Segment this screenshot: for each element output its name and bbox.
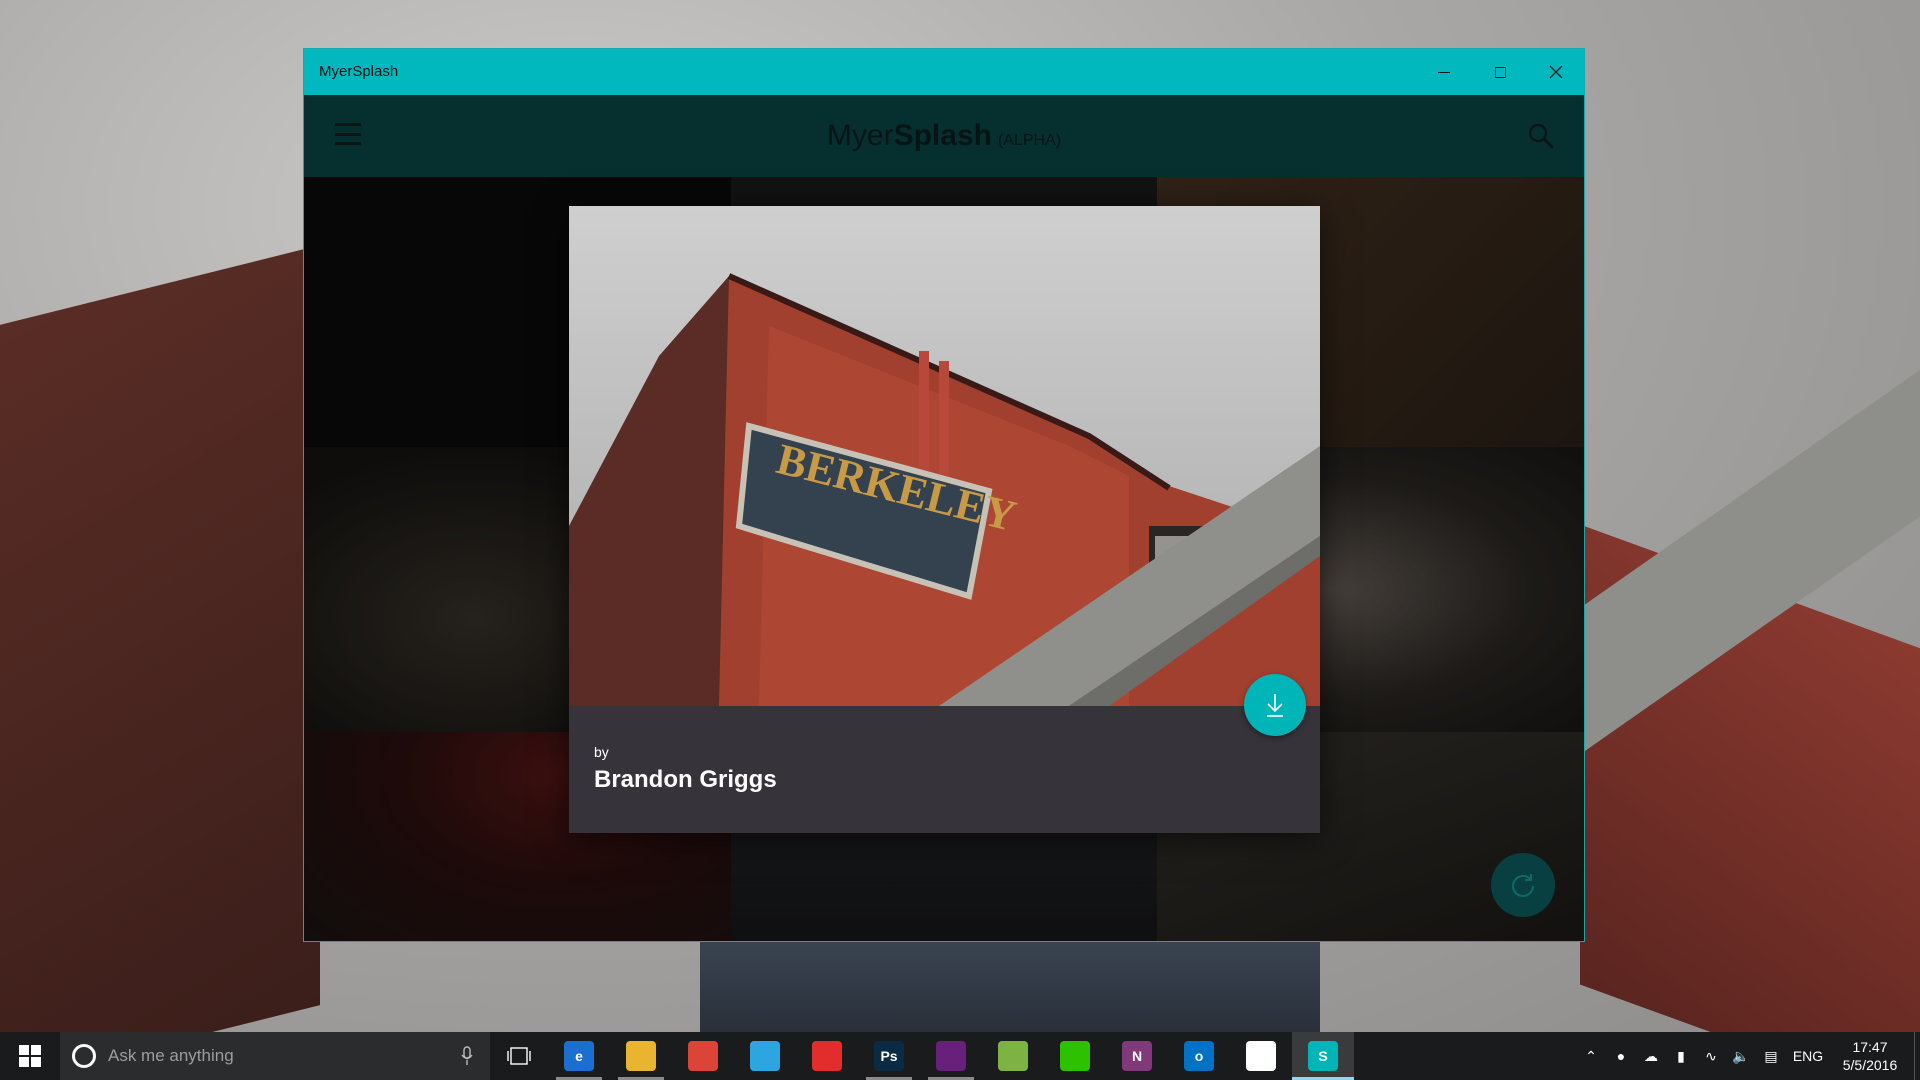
taskbar-app-file-explorer[interactable] xyxy=(610,1032,672,1080)
minimize-icon xyxy=(1438,71,1450,73)
taskbar-app-google-chrome[interactable] xyxy=(672,1032,734,1080)
telegram-icon xyxy=(750,1041,780,1071)
taskbar-app-tips[interactable] xyxy=(1230,1032,1292,1080)
taskbar-app-microsoft-edge[interactable]: e xyxy=(548,1032,610,1080)
brand-name-light: Myer xyxy=(826,119,894,152)
detail-info-bar: by Brandon Griggs xyxy=(569,706,1320,833)
close-button[interactable] xyxy=(1528,49,1584,95)
google-chrome-icon xyxy=(688,1041,718,1071)
search-placeholder: Ask me anything xyxy=(108,1046,234,1065)
start-button[interactable] xyxy=(0,1032,60,1080)
tray-app-icon[interactable]: ● xyxy=(1606,1032,1636,1080)
show-desktop-button[interactable] xyxy=(1914,1032,1920,1080)
windows-logo-icon xyxy=(19,1045,41,1067)
download-arrow-icon xyxy=(1267,694,1283,717)
detail-photo: BERKELEY xyxy=(569,206,1320,706)
taskbar-app-photoshop[interactable]: Ps xyxy=(858,1032,920,1080)
battery-icon[interactable]: ▮ xyxy=(1666,1032,1696,1080)
android-studio-icon xyxy=(998,1041,1028,1071)
taskbar-app-outlook[interactable]: o xyxy=(1168,1032,1230,1080)
search-button[interactable] xyxy=(1526,121,1556,151)
cortana-icon xyxy=(72,1044,96,1068)
taskbar: Ask me anything e Ps No S ⌃ ● ☁ ▮ ∿ 🔈 ▤ ENG… xyxy=(0,1032,1920,1080)
search-icon xyxy=(1528,123,1554,149)
taskbar-app-onenote[interactable]: N xyxy=(1106,1032,1168,1080)
close-icon xyxy=(1549,65,1563,79)
brand-name-bold: Splash xyxy=(893,119,992,152)
window-titlebar[interactable]: MyerSplash xyxy=(304,49,1584,95)
system-tray: ⌃ ● ☁ ▮ ∿ 🔈 ▤ ENG 17:47 5/5/2016 xyxy=(1576,1032,1920,1080)
berkeley-building-photo: BERKELEY xyxy=(569,273,1320,706)
taskbar-app-telegram[interactable] xyxy=(734,1032,796,1080)
clock-time: 17:47 xyxy=(1852,1039,1888,1055)
onenote-icon: N xyxy=(1122,1041,1152,1071)
volume-icon[interactable]: 🔈 xyxy=(1726,1032,1756,1080)
onedrive-icon[interactable]: ☁ xyxy=(1636,1032,1666,1080)
taskbar-app-android-studio[interactable] xyxy=(982,1032,1044,1080)
author-name[interactable]: Brandon Griggs xyxy=(594,766,777,794)
netease-music-icon xyxy=(812,1041,842,1071)
window-title: MyerSplash xyxy=(319,63,399,80)
outlook-icon: o xyxy=(1184,1041,1214,1071)
wechat-icon xyxy=(1060,1041,1090,1071)
tips-icon xyxy=(1246,1041,1276,1071)
microsoft-edge-icon: e xyxy=(564,1041,594,1071)
task-view-button[interactable] xyxy=(490,1032,548,1080)
chevron-up-icon[interactable]: ⌃ xyxy=(1576,1032,1606,1080)
clock-date: 5/5/2016 xyxy=(1842,1057,1898,1073)
minimize-button[interactable] xyxy=(1416,49,1472,95)
maximize-icon xyxy=(1494,66,1506,78)
photoshop-icon: Ps xyxy=(874,1041,904,1071)
file-explorer-icon xyxy=(626,1041,656,1071)
microphone-icon[interactable] xyxy=(460,1046,474,1066)
task-view-icon xyxy=(507,1047,531,1065)
taskbar-app-wechat[interactable] xyxy=(1044,1032,1106,1080)
download-button[interactable] xyxy=(1244,674,1306,736)
maximize-button[interactable] xyxy=(1472,49,1528,95)
app-brand: MyerSplash (ALPHA) xyxy=(304,119,1584,153)
taskbar-app-visual-studio[interactable] xyxy=(920,1032,982,1080)
input-language[interactable]: ENG xyxy=(1786,1048,1830,1064)
refresh-icon xyxy=(1512,874,1534,897)
app-window: MyerSplash MyerSplash (ALPHA) BERKELEY b… xyxy=(303,48,1585,942)
taskbar-app-myersplash[interactable]: S xyxy=(1292,1032,1354,1080)
wallpaper-building-left xyxy=(0,245,320,1032)
brand-alpha-tag: (ALPHA) xyxy=(997,132,1062,149)
visual-studio-icon xyxy=(936,1041,966,1071)
cortana-search-box[interactable]: Ask me anything xyxy=(60,1032,490,1080)
taskbar-app-netease-music[interactable] xyxy=(796,1032,858,1080)
photo-detail-card: BERKELEY by Brandon Griggs xyxy=(569,206,1320,833)
wifi-icon[interactable]: ∿ xyxy=(1696,1032,1726,1080)
myersplash-icon: S xyxy=(1308,1041,1338,1071)
wallpaper-sign xyxy=(700,930,1320,1032)
clock[interactable]: 17:47 5/5/2016 xyxy=(1830,1038,1910,1074)
by-label: by xyxy=(594,744,609,760)
action-center-icon[interactable]: ▤ xyxy=(1756,1032,1786,1080)
refresh-button[interactable] xyxy=(1491,853,1555,917)
app-header: MyerSplash (ALPHA) xyxy=(304,95,1584,177)
